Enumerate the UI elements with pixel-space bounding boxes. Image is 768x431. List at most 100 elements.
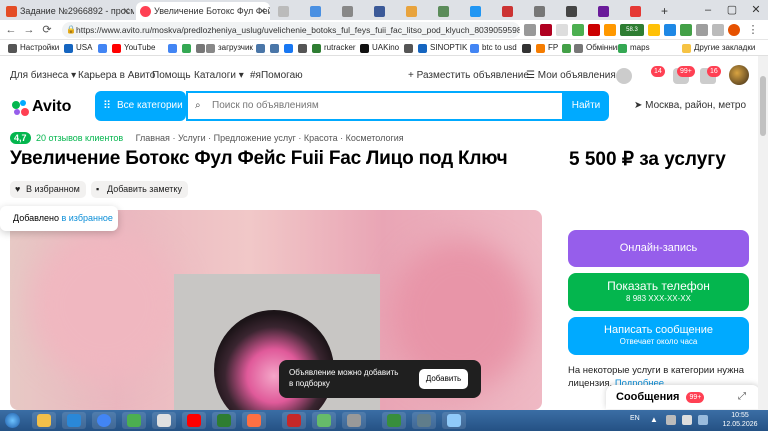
ltc-price-widget[interactable]: 58.3 <box>620 24 644 36</box>
taskbar-app[interactable] <box>122 412 146 429</box>
extension-icon[interactable] <box>524 24 536 36</box>
extension-icon[interactable] <box>664 24 676 36</box>
bookmark-item[interactable] <box>168 41 180 55</box>
bookmark-item[interactable]: SINOPTIK <box>418 41 467 55</box>
language-indicator[interactable]: EN <box>630 415 640 422</box>
taskbar-app[interactable] <box>442 412 466 429</box>
back-icon[interactable]: ← <box>4 22 18 38</box>
browser-tab[interactable] <box>274 2 304 20</box>
browser-tab[interactable] <box>466 2 496 20</box>
taskbar-app[interactable] <box>342 412 366 429</box>
extension-icon[interactable] <box>572 24 584 36</box>
tray-up-icon[interactable]: ▲ <box>650 415 658 424</box>
bookmark-item[interactable] <box>98 41 110 55</box>
menu-dots-icon[interactable]: ⋮ <box>746 22 760 38</box>
page-scrollbar[interactable] <box>758 56 768 410</box>
bookmark-item[interactable] <box>562 41 574 55</box>
bookmark-item[interactable] <box>182 41 194 55</box>
career-link[interactable]: Карьера в Авито <box>78 70 155 81</box>
breadcrumb-item[interactable]: Предложение услуг <box>214 133 296 143</box>
bookmark-item[interactable] <box>404 41 416 55</box>
browser-tab[interactable]: Задание №2966892 - просмотр з ✕ <box>2 2 134 20</box>
taskbar-app[interactable] <box>212 412 236 429</box>
extension-icon[interactable] <box>556 24 568 36</box>
help-link[interactable]: Помощь <box>152 70 191 81</box>
browser-tab[interactable] <box>626 2 656 20</box>
bookmark-item[interactable] <box>298 41 310 55</box>
forward-icon[interactable]: → <box>22 22 36 38</box>
extension-icon[interactable] <box>604 24 616 36</box>
start-button[interactable] <box>0 410 26 431</box>
for-business-link[interactable]: Для бизнеса ▾ <box>10 70 76 81</box>
breadcrumb-item[interactable]: Услуги <box>178 133 206 143</box>
browser-tab[interactable] <box>370 2 400 20</box>
bookmark-item[interactable]: UAKino <box>360 41 399 55</box>
reviews-link[interactable]: 20 отзывов клиентов <box>36 133 123 143</box>
bookmark-item[interactable]: Обмінник <box>574 41 621 55</box>
help-hashtag-link[interactable]: #яПомогаю <box>250 70 303 81</box>
taskbar-app[interactable] <box>62 412 86 429</box>
breadcrumb-item[interactable]: Косметология <box>346 133 404 143</box>
find-button[interactable]: Найти <box>563 91 609 121</box>
extension-icon[interactable] <box>648 24 660 36</box>
catalogs-link[interactable]: Каталоги ▾ <box>194 70 244 81</box>
browser-tab[interactable] <box>498 2 528 20</box>
bookmark-item[interactable]: USA <box>64 41 92 55</box>
close-tab-icon[interactable]: ✕ <box>122 2 130 20</box>
bookmark-item[interactable]: YouTube <box>112 41 155 55</box>
close-tab-icon[interactable]: ✕ <box>258 2 266 20</box>
taskbar-app[interactable] <box>382 412 406 429</box>
all-categories-button[interactable]: ⠿ Все категории <box>95 91 186 121</box>
new-tab-button[interactable]: + <box>656 2 676 20</box>
avatar[interactable] <box>729 65 749 85</box>
browser-tab[interactable] <box>530 2 560 20</box>
my-ads-link[interactable]: ☰ Мои объявления <box>526 70 616 81</box>
taskbar-app[interactable] <box>242 412 266 429</box>
taskbar-app[interactable] <box>92 412 116 429</box>
clock[interactable]: 10:55 12.05.2026 <box>720 411 760 429</box>
taskbar-app[interactable] <box>32 412 56 429</box>
bookmark-item[interactable]: загрузчик <box>206 41 253 55</box>
url-bar[interactable]: 🔒 https://www.avito.ru/moskva/predlozhen… <box>62 22 520 38</box>
volume-icon[interactable] <box>682 415 692 425</box>
browser-tab[interactable] <box>338 2 368 20</box>
bookmark-item[interactable] <box>284 41 296 55</box>
maximize-icon[interactable]: ▢ <box>720 0 744 20</box>
taskbar-app[interactable] <box>182 412 206 429</box>
breadcrumb-item[interactable]: Красота <box>304 133 338 143</box>
bookmark-item[interactable]: btc to usd <box>470 41 517 55</box>
favorites-link[interactable]: в избранное <box>61 213 112 223</box>
taskbar-app[interactable] <box>152 412 176 429</box>
browser-tab[interactable] <box>434 2 464 20</box>
location-selector[interactable]: ➤ Москва, район, метро <box>634 100 746 111</box>
browser-tab-active[interactable]: Увеличение Ботокс Фул Фейс Fu ✕ <box>136 2 270 20</box>
heart-icon[interactable] <box>616 68 632 84</box>
profile-avatar-icon[interactable] <box>728 24 740 36</box>
post-ad-link[interactable]: + Разместить объявление <box>408 70 529 81</box>
close-window-icon[interactable]: ✕ <box>744 0 768 20</box>
browser-tab[interactable] <box>562 2 592 20</box>
bookmark-item[interactable] <box>256 41 268 55</box>
scroll-thumb[interactable] <box>760 76 766 136</box>
browser-tab[interactable] <box>306 2 336 20</box>
add-note-button[interactable]: ▪ Добавить заметку <box>91 181 188 198</box>
favorite-button[interactable]: ♥ В избранном <box>10 181 86 198</box>
taskbar-app[interactable] <box>412 412 436 429</box>
taskbar-app[interactable] <box>282 412 306 429</box>
extension-icon[interactable] <box>680 24 692 36</box>
tray-app-icon[interactable] <box>698 415 708 425</box>
taskbar-app[interactable] <box>312 412 336 429</box>
bookmark-item[interactable]: rutracker <box>312 41 356 55</box>
bookmark-item[interactable] <box>522 41 534 55</box>
bookmark-item[interactable]: Настройки <box>8 41 59 55</box>
online-booking-button[interactable]: Онлайн-запись <box>568 230 749 267</box>
search-input[interactable]: ⌕ Поиск по объявлениям <box>186 91 564 121</box>
browser-tab[interactable] <box>594 2 624 20</box>
avito-logo[interactable]: Avito <box>10 98 71 116</box>
bookmark-item[interactable]: FP <box>536 41 558 55</box>
other-bookmarks[interactable]: Другие закладки <box>682 41 755 55</box>
browser-tab[interactable] <box>402 2 432 20</box>
write-message-button[interactable]: Написать сообщение Отвечает около часа <box>568 317 749 355</box>
bookmark-item[interactable] <box>270 41 282 55</box>
expand-icon[interactable]: ⤢ <box>738 385 746 409</box>
